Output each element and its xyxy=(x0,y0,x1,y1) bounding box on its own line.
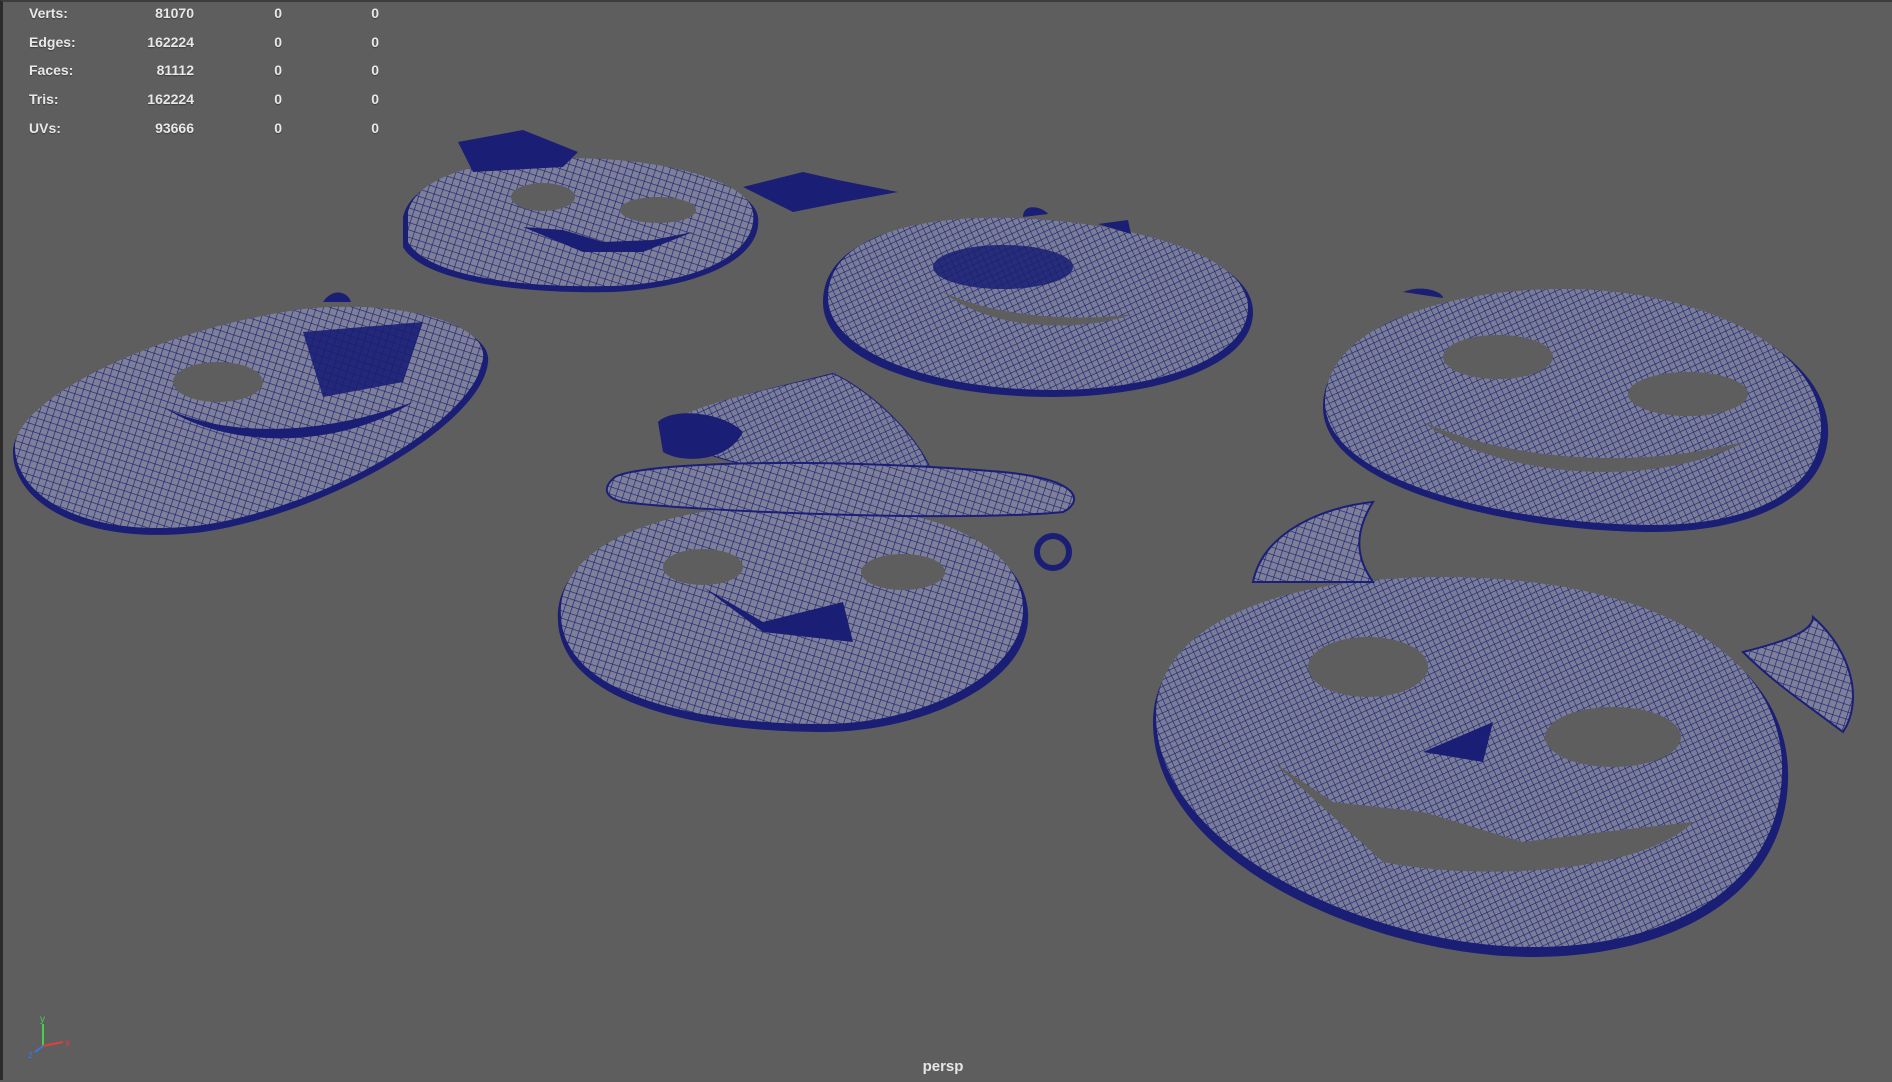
hud-value: 0 xyxy=(371,33,379,50)
hud-value: 0 xyxy=(371,119,379,136)
hud-value: 0 xyxy=(274,119,282,136)
camera-name-label: persp xyxy=(922,1058,964,1075)
hud-label: UVs: xyxy=(29,119,61,136)
hud-value: 162224 xyxy=(147,33,194,50)
hud-value: 81112 xyxy=(156,62,194,79)
pumpkin-mesh-devil[interactable] xyxy=(1153,500,1854,957)
hud-value: 93666 xyxy=(155,119,194,136)
hud-value: 0 xyxy=(274,91,282,108)
axis-gizmo-icon: y z x xyxy=(28,1014,70,1058)
axis-x-label: x xyxy=(65,1038,70,1049)
pumpkin-mesh-witch[interactable] xyxy=(557,372,1076,732)
axis-z-label: z xyxy=(28,1050,33,1058)
viewport-persp[interactable]: Verts: 81070 0 0 Edges: 162224 0 0 Faces… xyxy=(0,0,1892,1080)
hud-value: 81070 xyxy=(155,5,194,21)
hud-value: 0 xyxy=(371,5,379,21)
hud-label: Tris: xyxy=(29,91,59,108)
hud-value: 0 xyxy=(274,33,282,50)
pumpkin-mesh-top-center[interactable] xyxy=(823,207,1253,397)
pumpkin-mesh-right[interactable] xyxy=(1323,288,1829,532)
hud-value: 0 xyxy=(371,62,379,79)
hud-value: 0 xyxy=(274,62,282,79)
hud-label: Faces: xyxy=(29,62,74,79)
hud-value: 162224 xyxy=(147,91,194,108)
pumpkin-mesh-left[interactable] xyxy=(13,292,489,535)
hud-label: Edges: xyxy=(29,33,76,50)
wireframe-scene[interactable] xyxy=(3,2,1892,1082)
axis-y-label: y xyxy=(40,1014,45,1025)
pumpkin-mesh-bat[interactable] xyxy=(403,130,898,293)
hud-value: 0 xyxy=(371,91,379,108)
hud-value: 0 xyxy=(274,5,282,21)
hud-label: Verts: xyxy=(29,5,68,21)
